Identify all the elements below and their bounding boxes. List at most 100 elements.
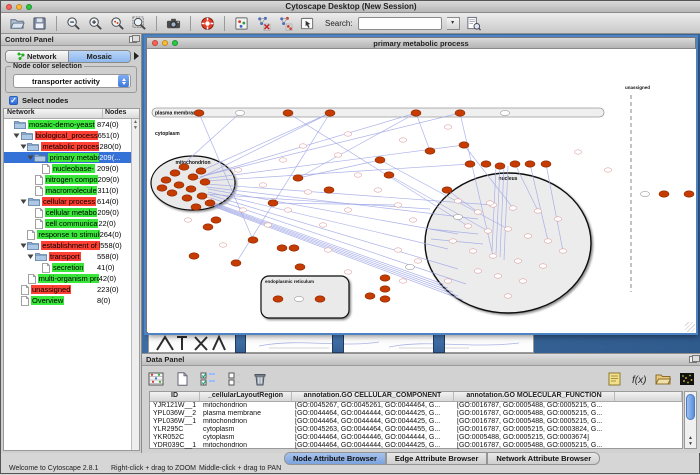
expander-icon[interactable]: [27, 154, 34, 161]
tree-row-secretion[interactable]: secretion41(0): [4, 262, 131, 273]
network-node-selected[interactable]: [289, 245, 299, 251]
network-canvas[interactable]: plasma membranecytoplasmmitochondrionnuc…: [148, 49, 696, 333]
network-node-selected[interactable]: [191, 204, 201, 210]
network-node-label[interactable]: [524, 234, 532, 238]
network-node-unselected[interactable]: [406, 264, 415, 269]
network-node-label[interactable]: [444, 125, 452, 129]
network-node-selected[interactable]: [442, 187, 452, 193]
network-node-label[interactable]: [219, 243, 227, 247]
network-node-label[interactable]: [239, 208, 247, 212]
open-session-icon[interactable]: [9, 15, 26, 32]
network-node-label[interactable]: [554, 217, 562, 221]
network-node-unselected[interactable]: [236, 110, 245, 115]
network-node-label[interactable]: [454, 199, 462, 203]
attr-new-icon[interactable]: [173, 371, 191, 387]
zoom-out-icon[interactable]: [65, 15, 82, 32]
network-node-selected[interactable]: [459, 142, 469, 148]
search-input[interactable]: [358, 17, 442, 30]
network-node-label[interactable]: [279, 158, 287, 162]
network-node-selected[interactable]: [510, 161, 520, 167]
apply-layout-icon[interactable]: [255, 15, 272, 32]
network-node-selected[interactable]: [384, 172, 394, 178]
network-node-label[interactable]: [559, 249, 567, 253]
attr-delete-icon[interactable]: [251, 371, 269, 387]
network-node-label[interactable]: [344, 208, 352, 212]
network-node-label[interactable]: [334, 153, 342, 157]
network-node-label[interactable]: [484, 229, 492, 233]
tree-row-cellular-process[interactable]: cellular process614(0): [4, 196, 131, 207]
network-node-label[interactable]: [304, 190, 312, 194]
network-node-selected[interactable]: [425, 148, 435, 154]
network-node-selected[interactable]: [380, 296, 390, 302]
column-header-region[interactable]: _cellularLayoutRegion: [200, 392, 292, 401]
zoom-in-icon[interactable]: [87, 15, 104, 32]
table-row-YPL036W__2[interactable]: YPL036W__2plasma membrane[GO:0044464, GO…: [150, 410, 682, 418]
network-node-label[interactable]: [604, 168, 612, 172]
network-node-selected[interactable]: [375, 157, 385, 163]
network-node-label[interactable]: [299, 144, 307, 148]
search-dropdown-button[interactable]: ▾: [447, 17, 460, 30]
network-node-selected[interactable]: [161, 177, 171, 183]
table-row-YDR039C__1[interactable]: YDR039C__1mitochondrion[GO:0044464, GO:0…: [150, 442, 682, 450]
float-panel-icon[interactable]: [129, 36, 137, 43]
network-node-label[interactable]: [324, 248, 332, 252]
network-node-label[interactable]: [354, 173, 362, 177]
network-node-label[interactable]: [394, 248, 402, 252]
network-node-selected[interactable]: [189, 253, 199, 259]
table-row-YKR052C[interactable]: YKR052Ccytoplasm[GO:0044464, GO:0044446,…: [150, 434, 682, 442]
resize-grip[interactable]: [685, 322, 695, 332]
zoom-fit-icon[interactable]: [131, 15, 148, 32]
network-node-selected[interactable]: [197, 193, 207, 199]
matrix-icon[interactable]: [678, 371, 696, 387]
scrollbar-thumb[interactable]: [686, 394, 695, 420]
network-node-selected[interactable]: [495, 163, 505, 169]
float-panel-icon[interactable]: [689, 356, 697, 363]
expander-icon[interactable]: [20, 143, 27, 150]
network-node-selected[interactable]: [380, 286, 390, 292]
network-node-label[interactable]: [544, 239, 552, 243]
network-node-selected[interactable]: [324, 187, 334, 193]
network-node-selected[interactable]: [541, 161, 551, 167]
snapshot-camera-icon[interactable]: [165, 15, 182, 32]
tab-network-attribute-browser[interactable]: Network Attribute Browser: [487, 452, 600, 465]
select-nodes-checkbox[interactable]: ✓: [9, 96, 18, 105]
network-node-label[interactable]: [449, 239, 457, 243]
network-node-label[interactable]: [474, 269, 482, 273]
network-node-label[interactable]: [259, 183, 267, 187]
tree-row-unassigned[interactable]: unassigned223(0): [4, 284, 131, 295]
tree-col-nodes[interactable]: Nodes: [103, 109, 139, 118]
network-node-label[interactable]: [474, 210, 482, 214]
tab-network[interactable]: Network: [6, 51, 68, 62]
network-node-label[interactable]: [504, 294, 512, 298]
annotation-icon[interactable]: [299, 15, 316, 32]
network-node-selected[interactable]: [273, 296, 283, 302]
attr-select-all-icon[interactable]: [199, 371, 217, 387]
tab-node-attribute-browser[interactable]: Node Attribute Browser: [284, 452, 386, 465]
save-session-icon[interactable]: [31, 15, 48, 32]
tree-row-mosaic-demo-yeast[interactable]: mosaic-demo-yeast874(0): [4, 119, 131, 130]
expander-icon[interactable]: [27, 253, 35, 260]
expander-icon[interactable]: [20, 198, 28, 205]
tree-row-cell-communicat[interactable]: cell communicat22(0): [4, 218, 131, 229]
network-node-selected[interactable]: [179, 164, 189, 170]
apply-layout-alt-icon[interactable]: [277, 15, 294, 32]
network-node-selected[interactable]: [200, 179, 210, 185]
network-node-selected[interactable]: [268, 200, 278, 206]
network-node-label[interactable]: [464, 224, 472, 228]
network-node-selected[interactable]: [170, 170, 180, 176]
network-node-label[interactable]: [409, 218, 417, 222]
network-node-label[interactable]: [494, 274, 502, 278]
tree-row-overview[interactable]: Overview8(0): [4, 295, 131, 306]
network-node-label[interactable]: [509, 206, 517, 210]
network-node-selected[interactable]: [188, 174, 198, 180]
network-node-selected[interactable]: [525, 161, 535, 167]
network-node-selected[interactable]: [174, 182, 184, 188]
network-node-label[interactable]: [444, 279, 452, 283]
network-node-selected[interactable]: [205, 200, 215, 206]
network-node-label[interactable]: [399, 138, 407, 142]
network-node-unselected[interactable]: [501, 110, 510, 115]
network-node-label[interactable]: [469, 249, 477, 253]
network-node-selected[interactable]: [293, 175, 303, 181]
expander-icon[interactable]: [20, 242, 27, 249]
tree-row-metabolic-process[interactable]: metabolic process280(0): [4, 141, 131, 152]
